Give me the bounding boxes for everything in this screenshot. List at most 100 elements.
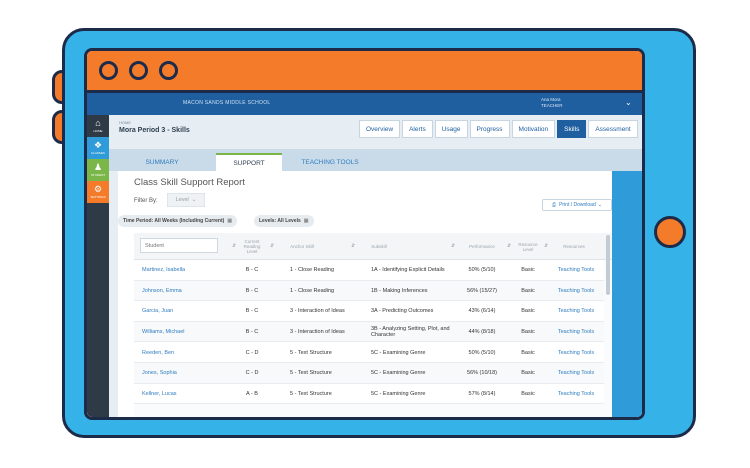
teaching-tools-link[interactable]: Teaching Tools [552,342,600,363]
reading-level-cell: B - C [245,329,259,336]
student-name-link[interactable]: Johnson, Emma [142,281,232,302]
student-name-link[interactable]: Kellner, Lucas [142,384,232,405]
tab-alerts[interactable]: Alerts [402,120,433,138]
sidebar-item-home[interactable]: ⌂ HOME [87,115,109,137]
sidebar-item-classes[interactable]: ❖ CLASSES [87,137,109,159]
resource-level-cell: Basic [521,349,535,356]
subskill-cell: 5C - Examining Genre [371,390,426,397]
teaching-tools-link[interactable]: Teaching Tools [552,281,600,302]
app-top-bar: MACON SANDS MIDDLE SCHOOL Ana Mora TEACH… [87,93,642,115]
col-performance[interactable]: Performance [459,235,505,258]
tab-motivation[interactable]: Motivation [511,120,556,138]
page-header: HOME Mora Period 3 - Skills Overview Ale… [109,115,642,149]
subskill-cell: 1B - Making Inferences [371,287,428,294]
anchor-skill-cell: 3 - Interaction of Ideas [290,308,345,315]
tablet-home-button [654,216,686,248]
reading-level-cell: B - C [245,287,259,294]
user-info[interactable]: Ana Mora TEACHER [541,97,563,109]
student-icon: ♟ [93,162,103,172]
sort-icon[interactable]: ⇵ [451,243,455,249]
sort-icon[interactable]: ⇵ [270,243,274,249]
gear-icon: ⚙ [93,184,103,194]
sidebar-item-label: HOME [93,129,103,133]
subtab-summary[interactable]: SUMMARY [131,153,193,171]
tab-assessment[interactable]: Assessment [588,120,638,138]
sort-icon[interactable]: ⇵ [351,243,355,249]
table-row: Johnson, Emma B - C 1 - Close Reading 1B - … [134,280,604,302]
window-dot-icon [99,61,118,80]
teaching-tools-link[interactable]: Teaching Tools [552,322,600,343]
sort-icon[interactable]: ⇵ [232,243,236,249]
levels-chip[interactable]: Levels: All Levels ▣ [254,215,314,227]
sort-icon[interactable]: ⇵ [507,243,511,249]
resource-level-cell: Basic [521,329,535,336]
chevron-down-icon: ⌄ [191,197,197,203]
teaching-tools-link[interactable]: Teaching Tools [552,384,600,405]
student-name-link[interactable]: Jones, Sophia [142,363,232,384]
teaching-tools-link[interactable]: Teaching Tools [552,301,600,322]
col-resources: Resources [563,244,585,249]
school-name: MACON SANDS MIDDLE SCHOOL [183,100,271,106]
anchor-skill-cell: 3 - Interaction of Ideas [290,329,345,336]
home-icon: ⌂ [95,118,101,128]
tab-overview[interactable]: Overview [359,120,401,138]
scrollbar[interactable] [606,235,610,295]
performance-cell: 57% (8/14) [468,390,496,397]
skills-table: ⇵ Current Reading Level ⇵ Anchor Skill ⇵… [134,233,612,417]
subskill-cell: 5C - Examining Genre [371,370,426,377]
teaching-tools-link[interactable]: Teaching Tools [552,260,600,281]
col-resource-level[interactable]: Resource Level [514,235,542,258]
subtab-teaching-tools[interactable]: TEACHING TOOLS [285,153,375,171]
anchor-skill-cell: 1 - Close Reading [290,287,335,294]
sort-icon[interactable]: ⇵ [544,243,548,249]
filter-value: Level [175,197,189,203]
table-row: Garcia, Juan B - C 3 - Interaction of Idea… [134,301,604,322]
report-panel: Class Skill Support Report Filter By: Le… [118,171,612,417]
table-row: Reeden, Ben C - D 5 - Text Structure 5C - E… [134,342,604,363]
student-name-link[interactable]: Williams, Michael [142,322,232,343]
chevron-down-icon: ⌄ [597,202,602,208]
filter-select[interactable]: Level ⌄ [167,193,205,207]
browser-window: MACON SANDS MIDDLE SCHOOL Ana Mora TEACH… [84,48,645,420]
reading-level-cell: C - D [245,370,259,377]
col-subskill[interactable]: Subskill [357,235,401,258]
reading-level-cell: A - B [246,390,258,397]
app-screen: MACON SANDS MIDDLE SCHOOL Ana Mora TEACH… [87,93,642,417]
people-icon: ❖ [93,140,103,150]
performance-cell: 43% (6/14) [468,308,496,315]
table-row: Kellner, Lucas A - B 5 - Text Structure 5C … [134,383,604,405]
resource-level-cell: Basic [521,370,535,377]
sidebar-item-label: CLASSES [91,151,105,155]
breadcrumb[interactable]: HOME [119,120,131,125]
col-reading-level[interactable]: Current Reading Level [238,235,266,258]
sidebar-item-settings[interactable]: ⚙ SETTINGS [87,181,109,203]
col-anchor-skill[interactable]: Anchor Skill [278,235,326,258]
chip-label: Time Period: All Weeks (Including Curren… [123,218,225,224]
sidebar: ⌂ HOME ❖ CLASSES ♟ STUDENT ⚙ SETTINGS [87,115,109,417]
resource-level-cell: Basic [521,267,535,274]
subskill-cell: 1A - Identifying Explicit Details [371,267,445,274]
reading-level-cell: C - D [245,349,259,356]
student-name-link[interactable]: Reeden, Ben [142,342,232,363]
filter-label: Filter By: [134,198,158,204]
lock-icon: ▣ [303,218,309,224]
tab-usage[interactable]: Usage [434,120,468,138]
print-download-button[interactable]: ⎙ Print / Download ⌄ [542,199,612,211]
tab-progress[interactable]: Progress [469,120,510,138]
time-period-chip[interactable]: Time Period: All Weeks (Including Curren… [118,215,238,227]
subskill-cell: 5C - Examining Genre [371,349,426,356]
student-name-link[interactable]: Garcia, Juan [142,301,232,322]
teaching-tools-link[interactable]: Teaching Tools [552,363,600,384]
reading-level-cell: B - C [245,267,259,274]
tab-skills[interactable]: Skills [557,120,587,138]
sidebar-item-student[interactable]: ♟ STUDENT [87,159,109,181]
student-name-link[interactable]: Martinez, Isabella [142,260,232,281]
student-search-input[interactable] [140,238,218,253]
anchor-skill-cell: 5 - Text Structure [290,390,332,397]
sidebar-item-label: SETTINGS [90,195,106,199]
subtab-support[interactable]: SUPPORT [216,153,282,171]
chevron-down-icon[interactable]: ⌄ [625,98,632,107]
window-dot-icon [159,61,178,80]
anchor-skill-cell: 1 - Close Reading [290,267,335,274]
table-row: Williams, Michael B - C 3 - Interaction of… [134,321,604,343]
